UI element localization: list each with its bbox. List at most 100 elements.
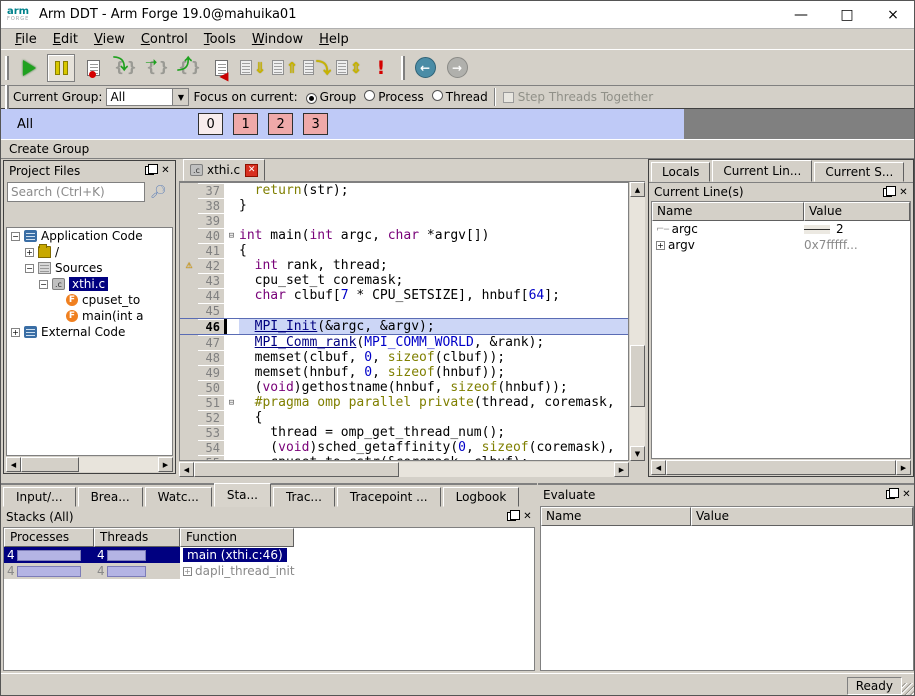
editor-vscrollbar[interactable]: ▲ ▼ [630,182,645,461]
close-tab-icon[interactable]: ✕ [245,164,258,177]
editor-tab-xthi[interactable]: .c xthi.c ✕ [183,159,265,181]
code-line-42[interactable]: ⚠42 int rank, thread; [180,258,628,273]
code-line-44[interactable]: 44 char clbuf[7 * CPU_SETSIZE], hnbuf[64… [180,288,628,303]
close-panel-button[interactable]: ✕ [897,186,910,199]
close-panel-button[interactable]: ✕ [900,488,913,501]
code-line-48[interactable]: 48 memset(clbuf, 0, sizeof(clbuf)); [180,350,628,365]
minus-expander-icon[interactable]: − [11,232,20,241]
pause-button[interactable] [47,54,75,82]
column-processes[interactable]: Processes [4,528,94,547]
chevron-down-icon[interactable]: ▼ [172,88,189,106]
toolbar-grip[interactable] [401,56,405,80]
close-button[interactable]: × [870,1,915,28]
code-line-46[interactable]: 46 MPI_Init(&argc, &argv); [180,318,628,335]
tab-current-s-[interactable]: Current S... [814,162,904,182]
current-group-select[interactable]: All ▼ [106,88,189,106]
column-name[interactable]: Name [652,202,804,221]
tree-item-xthi-c[interactable]: −.cxthi.c [7,276,172,292]
up-stack-frame-button[interactable]: ⇑ [271,54,299,82]
stack-row-main-xthi-c-46-[interactable]: 44main (xthi.c:46) [4,547,534,563]
menu-view[interactable]: View [86,30,133,49]
tab-brea-[interactable]: Brea... [78,487,143,507]
code-line-51[interactable]: 51⊟ #pragma omp parallel private(thread,… [180,395,628,410]
fold-marker-icon[interactable]: ⊟ [224,231,239,241]
plus-expander-icon[interactable]: + [25,248,34,257]
scroll-left-icon[interactable]: ◀ [179,462,194,477]
float-panel-button[interactable] [884,488,897,501]
process-box-3[interactable]: 3 [303,113,328,135]
scroll-left-icon[interactable]: ◀ [651,460,666,475]
code-view[interactable]: 37 return(str);38}3940⊟int main(int argc… [179,182,629,461]
menu-file[interactable]: File [7,30,45,49]
maximize-button[interactable]: □ [824,1,870,28]
column-value[interactable]: Value [804,202,910,221]
plus-expander-icon[interactable]: + [183,567,192,576]
variable-row-argv[interactable]: +argv0x7fffff... [652,237,910,253]
column-threads[interactable]: Threads [94,528,180,547]
column-name[interactable]: Name [541,507,691,526]
float-panel-button[interactable] [143,164,156,177]
tab-tracepoint-[interactable]: Tracepoint ... [337,487,441,507]
process-box-0[interactable]: 0 [198,113,223,135]
bottom-stack-frame-button[interactable]: ⤵ [303,54,331,82]
process-box-1[interactable]: 1 [233,113,258,135]
variable-row-argc[interactable]: ⌐--argc2 [652,221,910,237]
code-line-49[interactable]: 49 memset(hnbuf, 0, sizeof(hnbuf)); [180,365,628,380]
menu-window[interactable]: Window [244,30,311,49]
scroll-right-icon[interactable]: ▶ [614,462,629,477]
down-stack-frame-button[interactable]: ⇓ [239,54,267,82]
float-panel-button[interactable] [505,510,518,523]
column-function[interactable]: Function [180,528,294,547]
code-line-54[interactable]: 54 (void)sched_getaffinity(0, sizeof(cor… [180,440,628,455]
scroll-right-icon[interactable]: ▶ [896,460,911,475]
tree-item-main-int-a[interactable]: Fmain(int a [7,308,172,324]
tree-item-cpuset-to[interactable]: Fcpuset_to [7,292,172,308]
close-panel-button[interactable]: ✕ [521,510,534,523]
align-stacks-button[interactable]: ⇕ [335,54,363,82]
back-button[interactable]: ← [411,54,439,82]
play-button[interactable] [15,54,43,82]
tab-current-lin-[interactable]: Current Lin... [712,160,812,182]
tab-trac-[interactable]: Trac... [273,487,335,507]
menu-tools[interactable]: Tools [196,30,244,49]
forward-button[interactable]: → [443,54,471,82]
tree-item-application-code[interactable]: −Application Code [7,228,172,244]
plus-expander-icon[interactable]: + [656,241,665,250]
create-group-row[interactable]: Create Group [1,139,915,159]
group-all-row[interactable]: All 0123 [1,109,684,139]
tab-watc-[interactable]: Watc... [145,487,212,507]
column-value[interactable]: Value [691,507,913,526]
code-line-37[interactable]: 37 return(str); [180,183,628,198]
step-out-button[interactable]: ⤴{ } [175,54,203,82]
run-to-line-button[interactable]: ◀ [207,54,235,82]
scroll-left-icon[interactable]: ◀ [6,457,21,472]
minus-expander-icon[interactable]: − [39,280,48,289]
code-line-50[interactable]: 50 (void)gethostname(hnbuf, sizeof(hnbuf… [180,380,628,395]
tab-input-[interactable]: Input/... [3,487,76,507]
resize-grip[interactable] [902,683,915,696]
stack-row-dapli-thread-init[interactable]: 44+dapli_thread_init [4,563,534,579]
menu-control[interactable]: Control [133,30,196,49]
step-into-button[interactable]: ⤵{ } [111,54,139,82]
code-line-53[interactable]: 53 thread = omp_get_thread_num(); [180,425,628,440]
tree-item-external-code[interactable]: +External Code [7,324,172,340]
code-line-52[interactable]: 52 { [180,410,628,425]
radio-thread[interactable]: Thread [424,90,488,104]
menu-edit[interactable]: Edit [45,30,86,49]
minus-expander-icon[interactable]: − [25,264,34,273]
plus-expander-icon[interactable]: + [11,328,20,337]
radio-process[interactable]: Process [356,90,424,104]
scroll-up-icon[interactable]: ▲ [630,182,645,197]
step-over-button[interactable]: ➝{ } [143,54,171,82]
evaluate-table[interactable]: Name Value [540,506,914,671]
code-line-45[interactable]: 45 [180,303,628,318]
tab-sta-[interactable]: Sta... [214,483,271,507]
scroll-right-icon[interactable]: ▶ [158,457,173,472]
code-line-55[interactable]: 55 cpuset_to_cstr(&coremask, clbuf); [180,455,628,461]
editor-hscrollbar[interactable]: ◀ ▶ [179,462,629,477]
search-input[interactable]: Search (Ctrl+K) [7,182,145,202]
scroll-down-icon[interactable]: ▼ [630,446,645,461]
search-icon[interactable]: 🔍︎ [150,185,167,200]
variables-hscrollbar[interactable]: ◀ ▶ [651,460,911,475]
tab-locals[interactable]: Locals [651,162,710,182]
